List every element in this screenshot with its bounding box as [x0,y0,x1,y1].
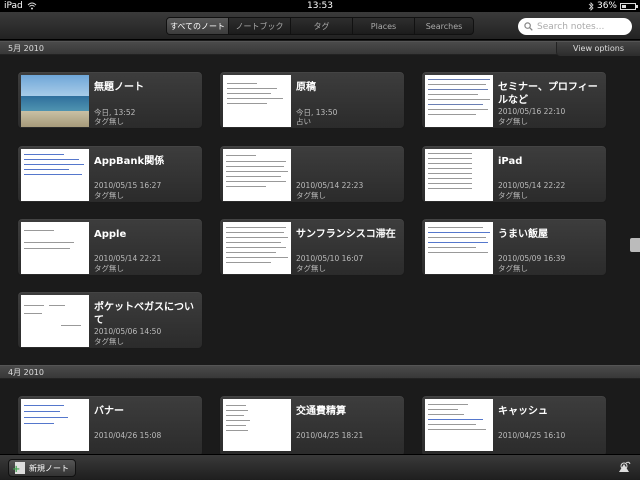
note-card[interactable]: 無題ノート 今日, 13:52 タグ無し [17,71,203,129]
note-title: iPad [498,156,523,167]
section-label: 5月 2010 [8,44,44,53]
note-tag: タグ無し [94,191,124,200]
new-note-button[interactable]: 新規ノート [8,459,76,477]
new-note-label: 新規ノート [29,463,69,473]
note-date: 2010/05/15 16:27 [94,181,162,190]
note-card[interactable]: 原稿 今日, 13:50 占い [219,71,405,129]
search-placeholder: Search notes... [537,21,605,32]
battery-fill [622,4,627,8]
tab-searches[interactable]: Searches [415,18,473,34]
note-thumbnail [223,399,291,451]
tab-tags[interactable]: タグ [291,18,353,34]
bottom-toolbar: 新規ノート [0,454,640,480]
note-thumbnail [21,295,89,347]
note-thumbnail [21,222,89,274]
note-card[interactable]: キャッシュ 2010/04/25 16:10 [421,395,607,457]
note-date: 2010/05/10 16:07 [296,254,364,263]
sync-icon[interactable] [616,460,632,476]
note-thumbnail [425,222,493,274]
note-card[interactable]: iPad 2010/05/14 22:22 タグ無し [421,145,607,203]
note-date: 2010/05/16 22:10 [498,107,566,116]
note-date: 2010/05/14 22:21 [94,254,162,263]
note-date: 2010/04/25 18:21 [296,431,364,440]
note-thumbnail [425,399,493,451]
section-label: 4月 2010 [8,368,44,377]
note-title: AppBank関係 [94,156,165,167]
note-card[interactable]: Apple 2010/05/14 22:21 タグ無し [17,218,203,276]
section-header-april: 4月 2010 [0,365,640,379]
note-card[interactable]: うまい飯屋 2010/05/09 16:39 タグ無し [421,218,607,276]
note-card[interactable]: セミナー、プロフィールなど 2010/05/16 22:10 タグ無し [421,71,607,129]
note-title: バナー [94,406,124,417]
note-card[interactable]: ポケットベガスについて 2010/05/06 14:50 タグ無し [17,291,203,349]
note-thumbnail [21,399,89,451]
note-thumbnail [21,149,89,201]
note-thumbnail [425,149,493,201]
note-card[interactable]: サンフランシスコ滞在 2010/05/10 16:07 タグ無し [219,218,405,276]
scroll-handle[interactable] [630,238,640,252]
note-date: 2010/05/14 22:23 [296,181,364,190]
note-date: 2010/04/26 15:08 [94,431,162,440]
note-thumbnail [425,75,493,127]
note-date: 2010/05/09 16:39 [498,254,566,263]
view-options-button[interactable]: View options [556,42,640,56]
note-thumbnail [21,75,89,127]
new-note-icon [12,462,25,475]
note-thumbnail [223,75,291,127]
tab-all-notes[interactable]: すべてのノート [167,18,229,34]
tab-notebooks[interactable]: ノートブック [229,18,291,34]
note-tag: タグ無し [498,117,528,126]
note-card[interactable]: 2010/05/14 22:23 タグ無し [219,145,405,203]
note-thumbnail [223,149,291,201]
view-segmented-control: すべてのノート ノートブック タグ Places Searches [166,17,474,35]
note-tag: タグ無し [498,264,528,273]
note-card[interactable]: AppBank関係 2010/05/15 16:27 タグ無し [17,145,203,203]
note-title: ポケットベガスについて [94,302,194,326]
note-tag: タグ無し [94,117,124,126]
note-tag: タグ無し [296,264,326,273]
note-title: 交通費精算 [296,406,346,417]
note-title: キャッシュ [498,406,548,417]
status-bar: iPad 13:53 36% [0,0,640,12]
note-thumbnail [223,222,291,274]
tab-places[interactable]: Places [353,18,415,34]
note-title: Apple [94,229,127,240]
section-header-may: 5月 2010 View options [0,41,640,56]
note-title: 原稿 [296,82,316,93]
note-card[interactable]: バナー 2010/04/26 15:08 [17,395,203,457]
note-date: 2010/05/06 14:50 [94,327,162,336]
search-icon [524,22,533,31]
note-date: 2010/04/25 16:10 [498,431,566,440]
note-card[interactable]: 交通費精算 2010/04/25 18:21 [219,395,405,457]
battery-percent: 36% [596,1,617,11]
note-title: セミナー、プロフィールなど [498,82,598,106]
note-tag: 占い [296,117,311,126]
note-title: サンフランシスコ滞在 [296,229,396,240]
note-tag: タグ無し [296,191,326,200]
top-toolbar: すべてのノート ノートブック タグ Places Searches Search… [0,12,640,40]
note-tag: タグ無し [94,264,124,273]
note-date: 2010/05/14 22:22 [498,181,566,190]
search-input[interactable]: Search notes... [518,18,632,35]
note-tag: タグ無し [94,337,124,346]
note-title: 無題ノート [94,82,144,93]
battery-icon [620,2,638,10]
bluetooth-icon [588,1,594,11]
note-title: うまい飯屋 [498,229,548,240]
clock: 13:53 [307,1,333,11]
note-tag: タグ無し [498,191,528,200]
